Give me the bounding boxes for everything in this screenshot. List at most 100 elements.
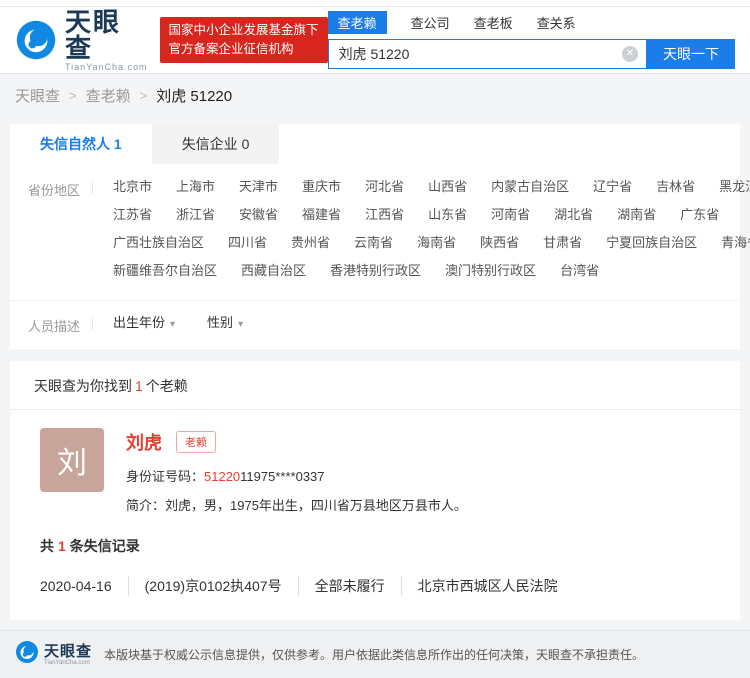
province-link[interactable]: 吉林省 <box>656 178 695 195</box>
person-intro-row: 简介：刘虎，男，1975年出生，四川省万县地区万县市人。 <box>126 495 467 514</box>
province-link[interactable]: 四川省 <box>228 234 267 251</box>
breadcrumb-section[interactable]: 查老赖 <box>86 85 131 106</box>
certification-badge: 国家中小企业发展基金旗下 官方备案企业征信机构 <box>160 17 328 63</box>
search-type-tab[interactable]: 查关系 <box>537 13 576 32</box>
dishonesty-record-row: 2020-04-16 (2019)京0102执407号 全部未履行 北京市西城区… <box>10 576 740 596</box>
brand-name: 天眼查 <box>65 9 148 61</box>
divider <box>92 317 93 330</box>
page: 天眼查 TianYanCha.com 国家中小企业发展基金旗下 官方备案企业征信… <box>0 0 750 678</box>
province-link[interactable]: 贵州省 <box>291 234 330 251</box>
province-link[interactable]: 陕西省 <box>480 234 519 251</box>
province-link[interactable]: 广东省 <box>680 206 719 223</box>
intro-text: 刘虎，男，1975年出生，四川省万县地区万县市人。 <box>165 498 467 513</box>
search-button[interactable]: 天眼一下 <box>647 39 735 69</box>
certification-line1: 国家中小企业发展基金旗下 <box>169 21 319 40</box>
province-link[interactable]: 西藏自治区 <box>241 262 306 279</box>
search-type-tab[interactable]: 查公司 <box>411 13 450 32</box>
search-type-tab[interactable]: 查老板 <box>474 13 513 32</box>
breadcrumb-separator-icon: > <box>140 88 148 103</box>
result-type-tab[interactable]: 失信自然人 1 <box>10 124 152 164</box>
province-link[interactable]: 青海省 <box>721 234 750 251</box>
search-box: ✕ <box>328 39 647 69</box>
province-row: 江苏省 浙江省 安徽省 福建省 江西省 山东省 河南省 湖北省 湖南省 广东省 <box>113 206 750 223</box>
province-link[interactable]: 山东省 <box>428 206 467 223</box>
province-link[interactable]: 湖北省 <box>554 206 593 223</box>
search-input[interactable] <box>329 40 646 68</box>
province-link[interactable]: 澳门特别行政区 <box>445 262 536 279</box>
summary-suffix: 个老赖 <box>146 378 188 394</box>
record-count-heading: 共1条失信记录 <box>10 536 740 556</box>
record-date: 2020-04-16 <box>40 578 112 594</box>
province-link[interactable]: 福建省 <box>302 206 341 223</box>
top-strip <box>0 0 750 7</box>
province-link[interactable]: 黑龙江省 <box>719 178 750 195</box>
site-logo[interactable]: 天眼查 TianYanCha.com <box>15 9 148 72</box>
province-link[interactable]: 云南省 <box>354 234 393 251</box>
person-info: 刘虎 老赖 身份证号码：5122011975****0337 简介：刘虎，男，1… <box>126 428 467 514</box>
person-result-item: 刘 刘虎 老赖 身份证号码：5122011975****0337 简介：刘虎，男… <box>10 410 740 514</box>
record-court[interactable]: 北京市西城区人民法院 <box>401 576 558 596</box>
province-link[interactable]: 江西省 <box>365 206 404 223</box>
province-list: 北京市 上海市 天津市 重庆市 河北省 山西省 内蒙古自治区 辽宁省 吉林省 黑龙江省 江苏省 浙江… <box>113 178 750 290</box>
province-link[interactable]: 内蒙古自治区 <box>491 178 569 195</box>
province-link[interactable]: 河南省 <box>491 206 530 223</box>
province-link[interactable]: 香港特别行政区 <box>330 262 421 279</box>
province-filter: 省份地区 北京市上海市天津市重庆市河北省山西省内蒙古自治区辽宁省吉林省黑龙江省 … <box>10 164 740 300</box>
record-prefix: 共 <box>40 538 54 554</box>
clear-search-icon[interactable]: ✕ <box>622 46 638 62</box>
province-link[interactable]: 辽宁省 <box>593 178 632 195</box>
person-filter-label: 人员描述 <box>28 314 86 335</box>
site-header: 天眼查 TianYanCha.com 国家中小企业发展基金旗下 官方备案企业征信… <box>0 7 750 74</box>
summary-prefix: 天眼查为你找到 <box>34 378 132 394</box>
breadcrumb-home[interactable]: 天眼查 <box>15 85 60 106</box>
province-link[interactable]: 台湾省 <box>560 262 599 279</box>
results-card: 天眼查为你找到1个老赖 刘 刘虎 老赖 身份证号码：5122011975****… <box>10 361 740 620</box>
person-name[interactable]: 刘虎 <box>126 429 162 455</box>
id-number-rest: 11975****0337 <box>240 469 324 484</box>
province-link[interactable]: 重庆市 <box>302 178 341 195</box>
province-link[interactable]: 宁夏回族自治区 <box>606 234 697 251</box>
filter-dropdown[interactable]: 出生年份 <box>113 314 175 335</box>
footer-brand-name: 天眼查 <box>44 644 92 659</box>
certification-line2: 官方备案企业征信机构 <box>169 40 319 59</box>
id-number-row: 身份证号码：5122011975****0337 <box>126 466 467 485</box>
filter-dropdown[interactable]: 性别 <box>207 314 243 335</box>
record-case-number[interactable]: (2019)京0102执407号 <box>128 576 282 596</box>
deadbeat-status-badge: 老赖 <box>176 431 216 453</box>
intro-label: 简介： <box>126 498 165 513</box>
province-link[interactable]: 上海市 <box>176 178 215 195</box>
tianyancha-eye-icon <box>15 19 57 61</box>
search-row: ✕ 天眼一下 <box>328 39 735 69</box>
province-link[interactable]: 新疆维吾尔自治区 <box>113 262 217 279</box>
footer-logo[interactable]: 天眼查 TianYanCha.com <box>15 640 92 669</box>
province-link[interactable]: 广西壮族自治区 <box>113 234 204 251</box>
province-link[interactable]: 甘肃省 <box>543 234 582 251</box>
result-type-tab[interactable]: 失信企业 0 <box>152 124 280 164</box>
breadcrumb: 天眼查 > 查老赖 > 刘虎 51220 <box>0 74 750 116</box>
province-link[interactable]: 湖南省 <box>617 206 656 223</box>
footer-brand-domain: TianYanCha.com <box>44 660 92 666</box>
record-suffix: 条失信记录 <box>70 538 140 554</box>
province-link[interactable]: 浙江省 <box>176 206 215 223</box>
divider <box>92 181 93 194</box>
avatar[interactable]: 刘 <box>40 428 104 492</box>
search-area: 查老赖 查公司 查老板 查关系 ✕ 天眼一下 <box>328 11 735 69</box>
province-link[interactable]: 江苏省 <box>113 206 152 223</box>
person-description-filter: 人员描述 出生年份 性别 <box>10 300 740 349</box>
search-type-tabs: 查老赖 查公司 查老板 查关系 <box>328 11 735 34</box>
province-link[interactable]: 海南省 <box>417 234 456 251</box>
search-type-tab[interactable]: 查老赖 <box>328 11 387 34</box>
province-link[interactable]: 山西省 <box>428 178 467 195</box>
province-link[interactable]: 北京市 <box>113 178 152 195</box>
province-filter-label: 省份地区 <box>28 178 86 290</box>
person-name-row: 刘虎 老赖 <box>126 429 467 455</box>
province-link[interactable]: 安徽省 <box>239 206 278 223</box>
results-summary: 天眼查为你找到1个老赖 <box>10 361 740 410</box>
province-row: 广西壮族自治区 四川省 贵州省 云南省 海南省 陕西省 甘肃省 宁夏回族自治区 青海省 <box>113 234 750 251</box>
province-link[interactable]: 河北省 <box>365 178 404 195</box>
results-count: 1 <box>135 378 143 394</box>
record-status: 全部未履行 <box>298 576 385 596</box>
province-link[interactable]: 天津市 <box>239 178 278 195</box>
province-row: 新疆维吾尔自治区 西藏自治区 香港特别行政区 澳门特别行政区 台湾省 <box>113 262 750 279</box>
breadcrumb-current: 刘虎 51220 <box>156 85 232 106</box>
